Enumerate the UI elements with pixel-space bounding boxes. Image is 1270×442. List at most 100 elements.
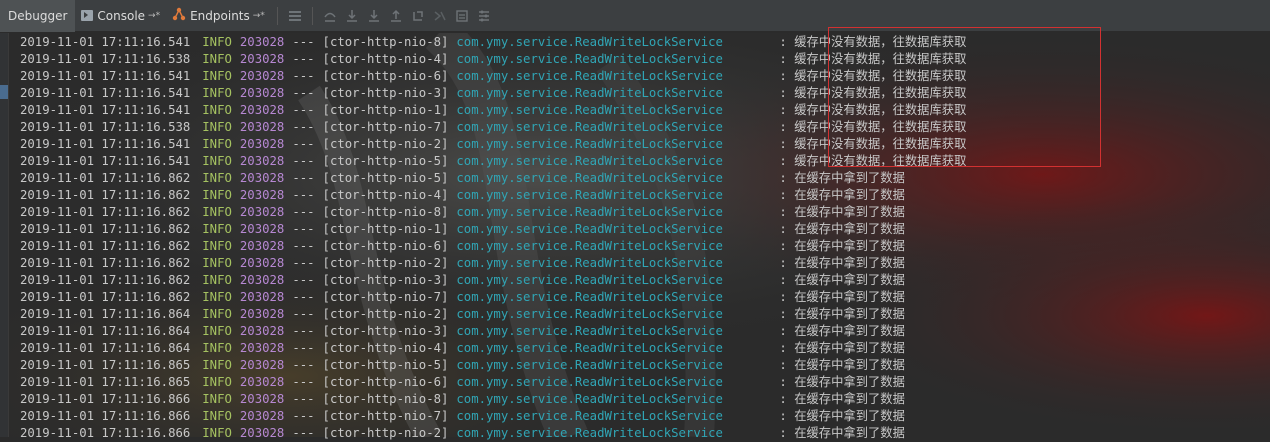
evaluate-icon[interactable] bbox=[451, 5, 473, 27]
log-line: 2019-11-01 17:11:16.862 INFO 203028 --- [cto… bbox=[20, 255, 1270, 272]
log-thread: [ctor-http-nio-6] bbox=[322, 239, 449, 253]
log-timestamp: 2019-11-01 17:11:16.862 bbox=[20, 222, 191, 236]
tab-endpoints[interactable]: Endpoints →* bbox=[166, 0, 271, 32]
step-out-icon[interactable] bbox=[385, 5, 407, 27]
log-level: INFO bbox=[202, 290, 232, 304]
tab-console[interactable]: Console →* bbox=[75, 0, 166, 32]
log-class: com.ymy.service.ReadWriteLockService bbox=[456, 239, 723, 253]
log-timestamp: 2019-11-01 17:11:16.864 bbox=[20, 324, 191, 338]
log-class: com.ymy.service.ReadWriteLockService bbox=[456, 120, 723, 134]
log-separator: --- bbox=[292, 154, 315, 168]
log-timestamp: 2019-11-01 17:11:16.866 bbox=[20, 409, 191, 423]
log-separator: --- bbox=[292, 375, 315, 389]
run-to-cursor-icon[interactable] bbox=[429, 5, 451, 27]
log-pid: 203028 bbox=[239, 392, 285, 406]
log-level: INFO bbox=[202, 358, 232, 372]
log-level: INFO bbox=[202, 171, 232, 185]
log-level: INFO bbox=[202, 205, 232, 219]
log-level: INFO bbox=[202, 137, 232, 151]
log-line: 2019-11-01 17:11:16.864 INFO 203028 --- [cto… bbox=[20, 340, 1270, 357]
log-line: 2019-11-01 17:11:16.862 INFO 203028 --- [cto… bbox=[20, 238, 1270, 255]
log-level: INFO bbox=[202, 324, 232, 338]
log-thread: [ctor-http-nio-8] bbox=[322, 35, 449, 49]
log-class: com.ymy.service.ReadWriteLockService bbox=[456, 256, 723, 270]
log-separator: --- bbox=[292, 290, 315, 304]
tab-label: Endpoints bbox=[190, 8, 250, 23]
log-timestamp: 2019-11-01 17:11:16.541 bbox=[20, 35, 191, 49]
console-icon bbox=[81, 10, 94, 21]
log-pid: 203028 bbox=[239, 375, 285, 389]
endpoints-icon bbox=[172, 7, 186, 24]
log-class: com.ymy.service.ReadWriteLockService bbox=[456, 52, 723, 66]
log-class: com.ymy.service.ReadWriteLockService bbox=[456, 154, 723, 168]
log-thread: [ctor-http-nio-3] bbox=[322, 86, 449, 100]
log-pid: 203028 bbox=[239, 222, 285, 236]
log-class: com.ymy.service.ReadWriteLockService bbox=[456, 171, 723, 185]
log-level: INFO bbox=[202, 426, 232, 440]
log-line: 2019-11-01 17:11:16.862 INFO 203028 --- [cto… bbox=[20, 289, 1270, 306]
log-thread: [ctor-http-nio-8] bbox=[322, 205, 449, 219]
log-timestamp: 2019-11-01 17:11:16.864 bbox=[20, 341, 191, 355]
log-thread: [ctor-http-nio-2] bbox=[322, 426, 449, 440]
log-separator: --- bbox=[292, 188, 315, 202]
pin-icon[interactable]: →* bbox=[253, 11, 265, 21]
log-timestamp: 2019-11-01 17:11:16.862 bbox=[20, 290, 191, 304]
log-level: INFO bbox=[202, 69, 232, 83]
log-message: : 在缓存中拿到了数据 bbox=[779, 375, 905, 389]
log-pid: 203028 bbox=[239, 69, 285, 83]
log-thread: [ctor-http-nio-2] bbox=[322, 307, 449, 321]
log-level: INFO bbox=[202, 409, 232, 423]
log-class: com.ymy.service.ReadWriteLockService bbox=[456, 205, 723, 219]
list-icon[interactable] bbox=[284, 5, 306, 27]
log-pid: 203028 bbox=[239, 358, 285, 372]
step-over-icon[interactable] bbox=[319, 5, 341, 27]
log-level: INFO bbox=[202, 392, 232, 406]
pin-icon[interactable]: →* bbox=[148, 11, 160, 21]
log-class: com.ymy.service.ReadWriteLockService bbox=[456, 358, 723, 372]
log-line: 2019-11-01 17:11:16.862 INFO 203028 --- [cto… bbox=[20, 221, 1270, 238]
log-message: : 在缓存中拿到了数据 bbox=[779, 358, 905, 372]
log-pid: 203028 bbox=[239, 256, 285, 270]
drop-frame-icon[interactable] bbox=[407, 5, 429, 27]
log-thread: [ctor-http-nio-1] bbox=[322, 103, 449, 117]
tab-debugger[interactable]: Debugger bbox=[0, 0, 76, 32]
log-separator: --- bbox=[292, 103, 315, 117]
log-thread: [ctor-http-nio-3] bbox=[322, 273, 449, 287]
gutter-marker[interactable] bbox=[0, 85, 8, 99]
log-message: : 在缓存中拿到了数据 bbox=[779, 409, 905, 423]
log-separator: --- bbox=[292, 239, 315, 253]
log-separator: --- bbox=[292, 120, 315, 134]
log-thread: [ctor-http-nio-5] bbox=[322, 358, 449, 372]
log-line: 2019-11-01 17:11:16.862 INFO 203028 --- [cto… bbox=[20, 204, 1270, 221]
toolbar-divider bbox=[311, 6, 313, 25]
force-step-into-icon[interactable] bbox=[363, 5, 385, 27]
log-level: INFO bbox=[202, 273, 232, 287]
log-class: com.ymy.service.ReadWriteLockService bbox=[456, 69, 723, 83]
log-pid: 203028 bbox=[239, 137, 285, 151]
log-pid: 203028 bbox=[239, 188, 285, 202]
log-pid: 203028 bbox=[239, 273, 285, 287]
log-pid: 203028 bbox=[239, 290, 285, 304]
log-line: 2019-11-01 17:11:16.865 INFO 203028 --- [cto… bbox=[20, 357, 1270, 374]
log-pid: 203028 bbox=[239, 426, 285, 440]
log-timestamp: 2019-11-01 17:11:16.541 bbox=[20, 69, 191, 83]
log-timestamp: 2019-11-01 17:11:16.866 bbox=[20, 426, 191, 440]
log-pid: 203028 bbox=[239, 154, 285, 168]
log-message: : 在缓存中拿到了数据 bbox=[779, 171, 905, 185]
log-timestamp: 2019-11-01 17:11:16.541 bbox=[20, 154, 191, 168]
log-thread: [ctor-http-nio-2] bbox=[322, 137, 449, 151]
log-message: : 在缓存中拿到了数据 bbox=[779, 426, 905, 440]
log-class: com.ymy.service.ReadWriteLockService bbox=[456, 426, 723, 440]
log-separator: --- bbox=[292, 307, 315, 321]
log-pid: 203028 bbox=[239, 205, 285, 219]
log-level: INFO bbox=[202, 154, 232, 168]
settings-list-icon[interactable] bbox=[473, 5, 495, 27]
highlight-box bbox=[828, 27, 1101, 167]
log-separator: --- bbox=[292, 256, 315, 270]
log-thread: [ctor-http-nio-7] bbox=[322, 120, 449, 134]
step-into-icon[interactable] bbox=[341, 5, 363, 27]
log-separator: --- bbox=[292, 35, 315, 49]
log-level: INFO bbox=[202, 256, 232, 270]
log-pid: 203028 bbox=[239, 324, 285, 338]
log-level: INFO bbox=[202, 86, 232, 100]
